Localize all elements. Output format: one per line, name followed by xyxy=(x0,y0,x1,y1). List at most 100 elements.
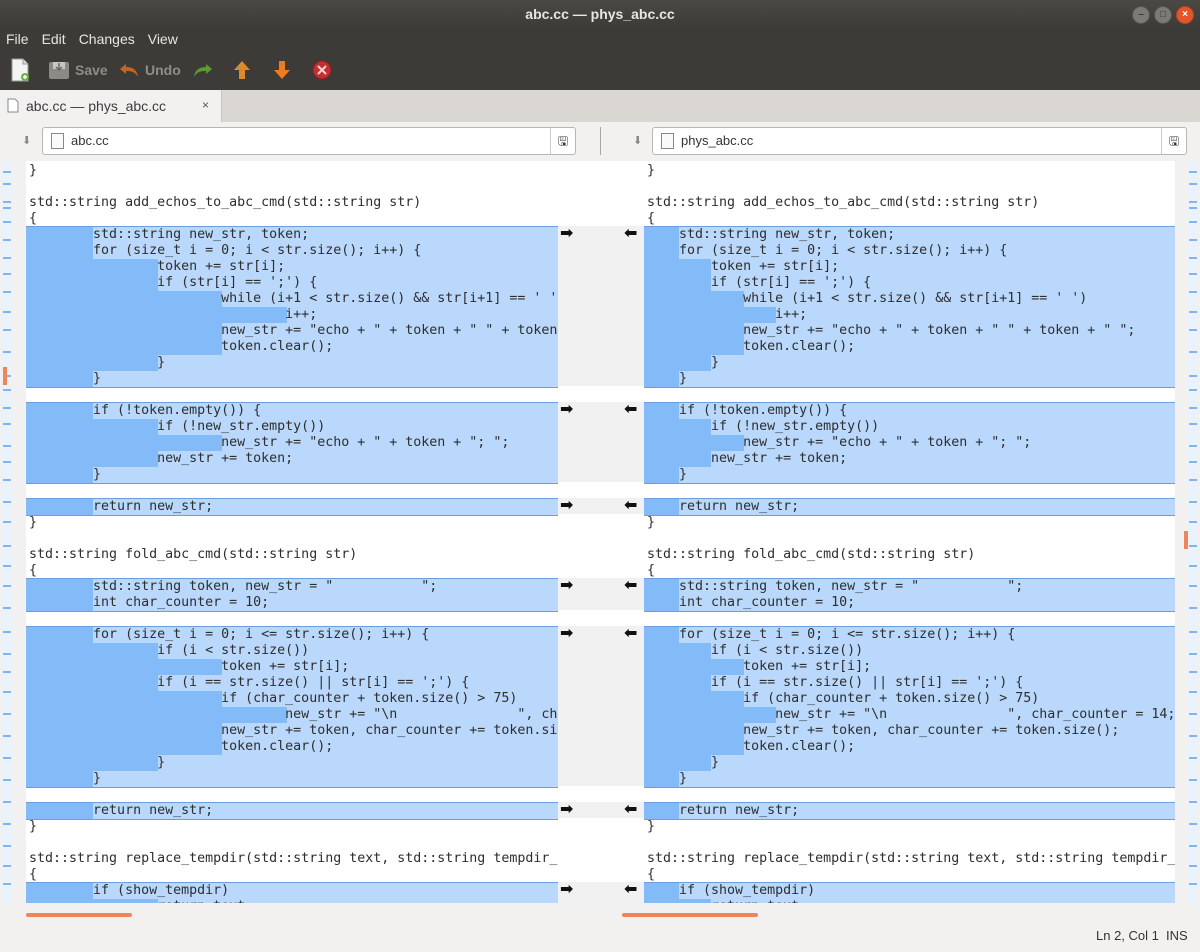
code-line: return text; xyxy=(29,899,253,903)
push-left-icon[interactable]: ⬅ xyxy=(624,578,637,594)
redo-button[interactable] xyxy=(192,56,214,84)
gutter-link-band xyxy=(558,226,644,386)
right-file-save-icon[interactable]: 🖫 xyxy=(1161,128,1186,154)
change-map-marker xyxy=(3,631,11,633)
change-map-marker xyxy=(1189,671,1197,673)
change-map-marker xyxy=(3,207,11,209)
left-file-entry[interactable]: abc.cc 🖫 xyxy=(42,127,576,155)
code-line: if (show_tempdir) xyxy=(647,883,816,898)
code-line: while (i+1 < str.size() && str[i+1] == '… xyxy=(29,291,558,306)
change-map-marker xyxy=(3,865,11,867)
document-icon xyxy=(7,98,19,113)
menubar: File Edit Changes View xyxy=(0,28,1200,50)
push-left-icon[interactable]: ⬅ xyxy=(624,626,637,642)
tab-strip: abc.cc — phys_abc.cc × xyxy=(0,90,1200,123)
file-selector-bar: ⬇ abc.cc 🖫 ⬇ phys_abc.cc 🖫 xyxy=(0,122,1200,158)
window-controls: – □ × xyxy=(1132,6,1194,24)
push-right-icon[interactable]: ➡ xyxy=(560,882,573,898)
right-file-entry[interactable]: phys_abc.cc 🖫 xyxy=(652,127,1187,155)
change-map-marker xyxy=(1189,735,1197,737)
code-line: new_str += "echo + " + token + " " + tok… xyxy=(29,323,558,338)
right-text-pane[interactable]: } std::string add_echos_to_abc_cmd(std::s… xyxy=(644,161,1175,903)
menu-file[interactable]: File xyxy=(0,28,36,50)
change-map-marker xyxy=(1189,757,1197,759)
change-map-marker xyxy=(1189,607,1197,609)
right-file-download-icon[interactable]: ⬇ xyxy=(633,134,642,147)
change-map-marker xyxy=(1189,883,1197,885)
change-map-marker xyxy=(1189,291,1197,293)
right-file-document-icon xyxy=(661,133,674,149)
change-map-marker xyxy=(3,735,11,737)
change-map-marker xyxy=(3,221,11,223)
change-map-marker xyxy=(3,311,11,313)
left-text-pane[interactable]: } std::string add_echos_to_abc_cmd(std::s… xyxy=(26,161,558,903)
code-line: } xyxy=(29,371,102,386)
code-line: if (!new_str.empty()) xyxy=(29,419,326,434)
push-right-icon[interactable]: ➡ xyxy=(560,802,573,818)
stop-button[interactable] xyxy=(311,56,333,84)
left-change-map[interactable] xyxy=(2,161,12,903)
change-map-marker xyxy=(1189,631,1197,633)
code-line: return new_str; xyxy=(647,499,800,514)
undo-button[interactable]: Undo xyxy=(118,56,181,84)
push-left-icon[interactable]: ⬅ xyxy=(624,402,637,418)
change-map-thumb[interactable] xyxy=(3,367,7,385)
code-line: } xyxy=(29,467,102,482)
previous-change-button[interactable] xyxy=(232,56,252,84)
tab-close-icon[interactable]: × xyxy=(202,98,209,112)
right-horizontal-scrollbar[interactable] xyxy=(622,913,758,917)
code-line: if (!token.empty()) { xyxy=(29,403,262,418)
change-map-marker xyxy=(3,329,11,331)
tab-comparison[interactable]: abc.cc — phys_abc.cc × xyxy=(0,90,222,122)
new-document-icon xyxy=(11,58,29,82)
change-map-marker xyxy=(1189,351,1197,353)
change-map-marker xyxy=(1189,479,1197,481)
minimize-icon[interactable]: – xyxy=(1132,6,1150,24)
change-map-marker xyxy=(1189,445,1197,447)
menu-edit[interactable]: Edit xyxy=(36,28,73,50)
change-map-marker xyxy=(1189,207,1197,209)
window-titlebar: abc.cc — phys_abc.cc – □ × xyxy=(0,0,1200,28)
left-file-download-icon[interactable]: ⬇ xyxy=(22,134,31,147)
code-line: new_str += "echo + " + token + " " + tok… xyxy=(647,323,1136,338)
change-map-marker xyxy=(3,291,11,293)
push-right-icon[interactable]: ➡ xyxy=(560,578,573,594)
code-line: token.clear(); xyxy=(647,739,856,754)
maximize-icon[interactable]: □ xyxy=(1154,6,1172,24)
menu-changes[interactable]: Changes xyxy=(73,28,142,50)
push-right-icon[interactable]: ➡ xyxy=(560,226,573,242)
push-left-icon[interactable]: ⬅ xyxy=(624,226,637,242)
code-line: if (!new_str.empty()) xyxy=(647,419,880,434)
change-map-marker xyxy=(3,823,11,825)
save-icon xyxy=(49,62,69,79)
arrow-up-icon xyxy=(234,61,250,79)
change-map-thumb[interactable] xyxy=(1184,531,1188,549)
code-line: std::string new_str, token; xyxy=(29,227,310,242)
cursor-position: Ln 2, Col 1 xyxy=(1096,928,1159,943)
code-line: } xyxy=(29,163,38,178)
push-left-icon[interactable]: ⬅ xyxy=(624,802,637,818)
close-icon[interactable]: × xyxy=(1176,6,1194,24)
next-change-button[interactable] xyxy=(272,56,292,84)
push-right-icon[interactable]: ➡ xyxy=(560,402,573,418)
code-line: return new_str; xyxy=(29,499,214,514)
code-line: token.clear(); xyxy=(647,339,856,354)
arrow-down-icon xyxy=(274,61,290,79)
code-line: { xyxy=(647,563,656,578)
code-line: return new_str; xyxy=(29,803,214,818)
code-line: if (i == str.size() || str[i] == ';') { xyxy=(647,675,1024,690)
change-map-marker xyxy=(3,445,11,447)
new-comparison-button[interactable] xyxy=(10,56,30,84)
menu-view[interactable]: View xyxy=(142,28,185,50)
push-right-icon[interactable]: ➡ xyxy=(560,498,573,514)
change-map-marker xyxy=(3,757,11,759)
left-horizontal-scrollbar[interactable] xyxy=(26,913,132,917)
right-change-map[interactable] xyxy=(1184,161,1198,903)
change-map-marker xyxy=(1189,779,1197,781)
push-left-icon[interactable]: ⬅ xyxy=(624,498,637,514)
left-file-save-icon[interactable]: 🖫 xyxy=(550,128,575,154)
change-map-marker xyxy=(3,713,11,715)
push-right-icon[interactable]: ➡ xyxy=(560,626,573,642)
save-button[interactable]: Save xyxy=(48,56,108,84)
push-left-icon[interactable]: ⬅ xyxy=(624,882,637,898)
